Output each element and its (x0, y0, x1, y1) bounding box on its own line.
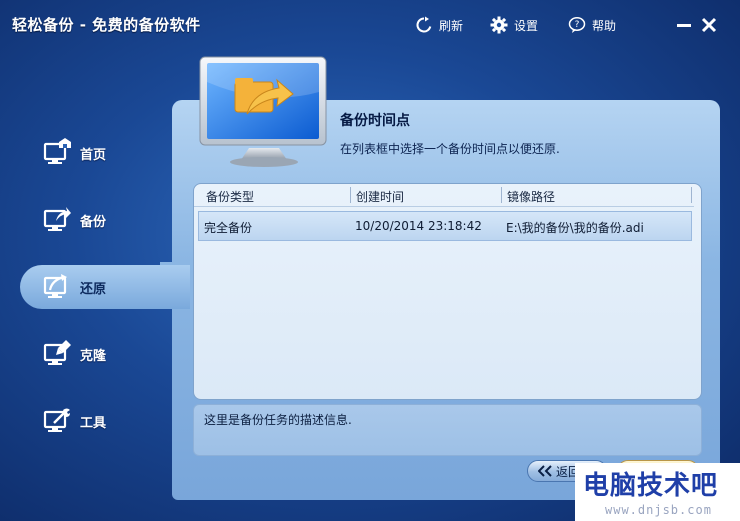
section-title: 备份时间点 (340, 113, 410, 129)
list-header: 备份类型 创建时间 镜像路径 (194, 184, 694, 207)
double-chevron-left-icon (538, 465, 552, 477)
help-button[interactable]: ? 帮助 (568, 15, 616, 35)
minimize-icon (677, 24, 691, 27)
watermark-logo: 电脑技术吧 www.dnjsb.com (575, 463, 740, 521)
close-icon (701, 17, 717, 33)
watermark-text: 电脑技术吧 (583, 471, 719, 501)
settings-label: 设置 (514, 18, 539, 33)
column-separator (691, 187, 692, 203)
backup-monitor-icon (43, 207, 71, 231)
watermark-url: www.dnjsb.com (605, 503, 712, 517)
close-button[interactable] (698, 14, 720, 36)
sidebar-item-label: 克隆 (80, 348, 107, 364)
sidebar-item-label: 首页 (80, 147, 107, 163)
window-title: 轻松备份 - 免费的备份软件 (12, 16, 201, 34)
column-header-time[interactable]: 创建时间 (356, 188, 404, 205)
refresh-label: 刷新 (439, 18, 464, 33)
column-separator (501, 187, 502, 203)
refresh-icon (416, 16, 432, 33)
gear-icon (490, 16, 508, 34)
refresh-button[interactable]: 刷新 (415, 15, 463, 35)
sidebar-item-label: 备份 (80, 214, 107, 230)
help-icon: ? (568, 17, 586, 33)
table-row[interactable]: 完全备份 10/20/2014 23:18:42 E:\我的备份\我的备份.ad… (198, 211, 692, 241)
tools-monitor-icon (43, 408, 70, 432)
sidebar-item-home[interactable]: 首页 (20, 131, 180, 175)
cell-backup-type: 完全备份 (204, 221, 253, 235)
restore-monitor-icon (43, 274, 67, 298)
sidebar-item-clone[interactable]: 克隆 (20, 332, 180, 376)
backup-points-list: 备份类型 创建时间 镜像路径 完全备份 10/20/2014 23:18:42 … (193, 183, 702, 400)
settings-button[interactable]: 设置 (490, 15, 538, 35)
column-header-path[interactable]: 镜像路径 (507, 188, 555, 205)
sidebar-item-backup[interactable]: 备份 (20, 198, 180, 242)
sidebar-item-label: 工具 (80, 415, 107, 431)
svg-text:?: ? (575, 20, 580, 30)
task-description-box: 这里是备份任务的描述信息. (193, 404, 702, 456)
title-bar: 轻松备份 - 免费的备份软件 刷新 设置 ? 帮助 (0, 0, 740, 50)
cell-image-path: E:\我的备份\我的备份.adi (506, 221, 644, 235)
column-header-type[interactable]: 备份类型 (206, 188, 254, 205)
sidebar-item-tools[interactable]: 工具 (20, 399, 180, 443)
column-separator (350, 187, 351, 203)
cell-created-time: 10/20/2014 23:18:42 (355, 219, 482, 233)
task-description-text: 这里是备份任务的描述信息. (204, 413, 352, 427)
app-window: 轻松备份 - 免费的备份软件 刷新 设置 ? 帮助 首页 备份 还原 克隆 工具… (0, 0, 740, 521)
section-description: 在列表框中选择一个备份时间点以便还原. (340, 142, 560, 156)
restore-monitor-illustration (199, 56, 327, 167)
minimize-button[interactable] (673, 14, 695, 36)
home-monitor-icon (43, 138, 71, 164)
help-label: 帮助 (592, 18, 617, 33)
sidebar-item-restore[interactable]: 还原 (20, 265, 190, 309)
sidebar-item-label: 还原 (80, 281, 107, 297)
clone-monitor-icon (43, 340, 71, 365)
